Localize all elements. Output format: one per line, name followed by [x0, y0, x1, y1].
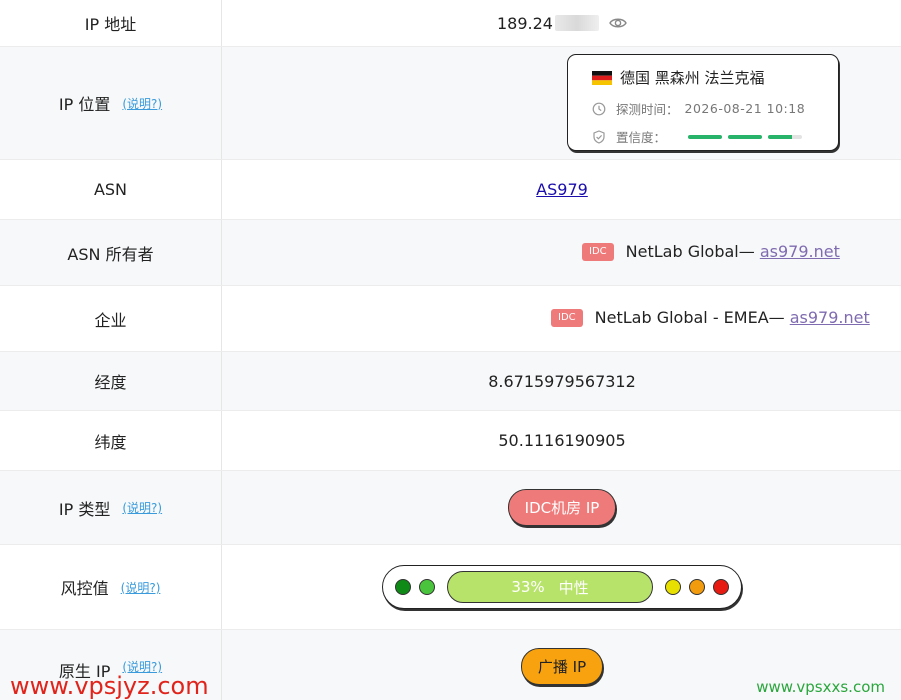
risk-dot-very-low — [395, 579, 411, 595]
row-latitude: 纬度 50.1116190905 — [0, 411, 901, 471]
risk-dot-high — [689, 579, 705, 595]
ip-masked-part — [554, 15, 599, 31]
help-link-risk[interactable]: (说明?) — [121, 579, 161, 596]
value-ip-type: IDC机房 IP — [223, 471, 901, 544]
risk-bar: 33% 中性 — [447, 571, 653, 603]
asn-owner-name: NetLab Global— — [625, 242, 760, 261]
asn-link[interactable]: AS979 — [536, 180, 588, 199]
shield-check-icon — [593, 129, 605, 144]
label-asn-owner: ASN 所有者 — [0, 220, 222, 285]
value-longitude: 8.6715979567312 — [488, 371, 636, 391]
location-card: 德国 黑森州 法兰克福 探测时间： 2026-08-21 10:18 置信度： — [567, 54, 839, 151]
row-asn-owner: ASN 所有者 IDC NetLab Global— as979.net — [0, 220, 901, 286]
germany-flag-icon — [592, 70, 612, 85]
probe-time-label: 探测时间： — [616, 102, 679, 117]
value-ip-address: 189.24 — [223, 0, 901, 46]
location-place: 德国 黑森州 法兰克福 — [620, 69, 765, 87]
company-name: NetLab Global - EMEA— — [594, 308, 790, 327]
value-asn-owner: IDC NetLab Global— as979.net — [223, 220, 901, 285]
native-ip-badge: 广播 IP — [520, 648, 604, 685]
idc-tag: IDC — [551, 308, 583, 327]
row-longitude: 经度 8.6715979567312 — [0, 352, 901, 411]
probe-time-value: 2026-08-21 10:18 — [684, 101, 806, 116]
help-link-location[interactable]: (说明?) — [122, 95, 162, 112]
watermark-left: www.vpsjyz.com — [10, 672, 209, 700]
label-company: 企业 — [0, 286, 222, 351]
eye-icon[interactable] — [609, 17, 627, 29]
label-longitude: 经度 — [0, 352, 222, 410]
confidence-label: 置信度： — [616, 130, 667, 145]
row-company: 企业 IDC NetLab Global - EMEA— as979.net — [0, 286, 901, 352]
value-latitude: 50.1116190905 — [498, 431, 626, 450]
label-latitude: 纬度 — [0, 411, 222, 470]
confidence-bars — [688, 134, 808, 139]
row-risk-score: 风控值 (说明?) 33% 中性 — [0, 545, 901, 630]
asn-owner-domain-link[interactable]: as979.net — [760, 242, 840, 261]
ip-type-badge: IDC机房 IP — [507, 489, 617, 526]
label-asn: ASN — [0, 160, 222, 219]
help-link-ip-type[interactable]: (说明?) — [122, 499, 162, 516]
idc-tag: IDC — [582, 242, 614, 261]
value-risk-score: 33% 中性 — [223, 545, 901, 629]
clock-icon — [592, 102, 606, 115]
confidence-bar — [768, 134, 803, 139]
ip-address-text: 189.24 — [497, 13, 553, 33]
row-asn: ASN AS979 — [0, 160, 901, 220]
watermark-right: www.vpsxxs.com — [756, 678, 885, 696]
row-ip-type: IP 类型 (说明?) IDC机房 IP — [0, 471, 901, 545]
label-risk-score: 风控值 (说明?) — [0, 545, 222, 629]
risk-dot-very-high — [713, 579, 729, 595]
value-asn: AS979 — [223, 160, 901, 219]
label-ip-location: IP 位置 (说明?) — [0, 47, 222, 159]
confidence-bar — [728, 134, 763, 139]
label-ip-address: IP 地址 — [0, 0, 222, 46]
risk-meter: 33% 中性 — [382, 565, 742, 609]
risk-dot-low — [419, 579, 435, 595]
company-domain-link[interactable]: as979.net — [790, 308, 870, 327]
row-ip-address: IP 地址 189.24 — [0, 0, 901, 47]
risk-percent: 33% — [511, 578, 545, 596]
label-ip-type: IP 类型 (说明?) — [0, 471, 222, 544]
risk-level: 中性 — [558, 578, 589, 597]
value-company: IDC NetLab Global - EMEA— as979.net — [223, 286, 901, 351]
confidence-bar — [688, 134, 723, 139]
risk-dot-medium — [665, 579, 681, 595]
